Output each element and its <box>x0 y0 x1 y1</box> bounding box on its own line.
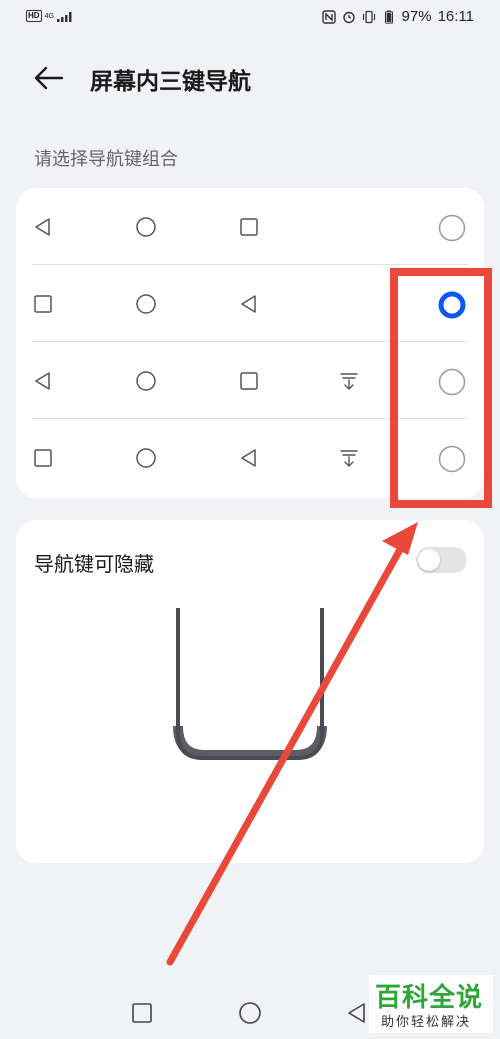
page-title: 屏幕内三键导航 <box>90 69 251 95</box>
hide-navigation-card: 导航键可隐藏 <box>16 520 484 863</box>
combination-option-3[interactable] <box>16 342 484 419</box>
hd-badge: HD <box>26 10 42 22</box>
phone-bottom-illustration <box>173 608 327 760</box>
recent-key-icon <box>240 372 258 390</box>
back-key-icon <box>241 295 256 313</box>
hide-navigation-toggle[interactable] <box>416 547 467 573</box>
status-right: 97% 16:11 <box>321 8 474 25</box>
radio-selected-icon[interactable] <box>438 291 466 319</box>
back-button[interactable] <box>32 64 68 92</box>
back-key-icon <box>35 372 50 390</box>
watermark-title: 百科全说 <box>375 983 484 1013</box>
notification-key-icon <box>340 450 358 467</box>
recent-key-icon <box>240 218 258 236</box>
hide-navigation-label: 导航键可隐藏 <box>34 552 154 576</box>
home-key-icon <box>136 448 156 468</box>
back-key-icon <box>241 449 256 467</box>
radio-unselected-icon[interactable] <box>438 214 466 242</box>
radio-unselected-icon[interactable] <box>438 368 466 396</box>
back-icon[interactable] <box>345 1001 367 1025</box>
combination-option-1[interactable] <box>16 188 484 265</box>
signal-icon <box>56 12 72 22</box>
notification-key-icon <box>340 373 358 390</box>
status-bar: HD 4G 97% 16:11 <box>0 0 500 38</box>
section-label: 请选择导航键组合 <box>34 149 178 170</box>
combination-option-4[interactable] <box>16 419 484 496</box>
status-left: HD 4G <box>26 10 75 22</box>
home-key-icon <box>136 371 156 391</box>
recent-key-icon <box>34 295 52 313</box>
alarm-icon <box>342 11 355 23</box>
radio-unselected-icon[interactable] <box>438 445 466 473</box>
recent-apps-icon[interactable] <box>131 1002 153 1024</box>
arrow-left-icon <box>34 66 64 90</box>
combination-list <box>16 188 484 498</box>
recent-key-icon <box>34 449 52 467</box>
battery-icon <box>384 9 393 24</box>
watermark-logo: 百科全说 助你轻松解决 <box>369 975 493 1033</box>
combination-option-2[interactable] <box>16 265 484 342</box>
network-type: 4G <box>44 12 54 20</box>
home-key-icon <box>136 294 156 314</box>
toggle-knob <box>418 549 440 571</box>
nfc-icon <box>321 9 336 24</box>
back-key-icon <box>35 218 50 236</box>
watermark-subtitle: 助你轻松解决 <box>381 1015 472 1030</box>
home-key-icon <box>136 217 156 237</box>
battery-level: 97% <box>401 8 432 25</box>
home-icon[interactable] <box>238 1001 262 1025</box>
vibrate-icon <box>362 10 375 23</box>
title-bar: 屏幕内三键导航 <box>0 50 500 106</box>
clock: 16:11 <box>437 8 474 25</box>
